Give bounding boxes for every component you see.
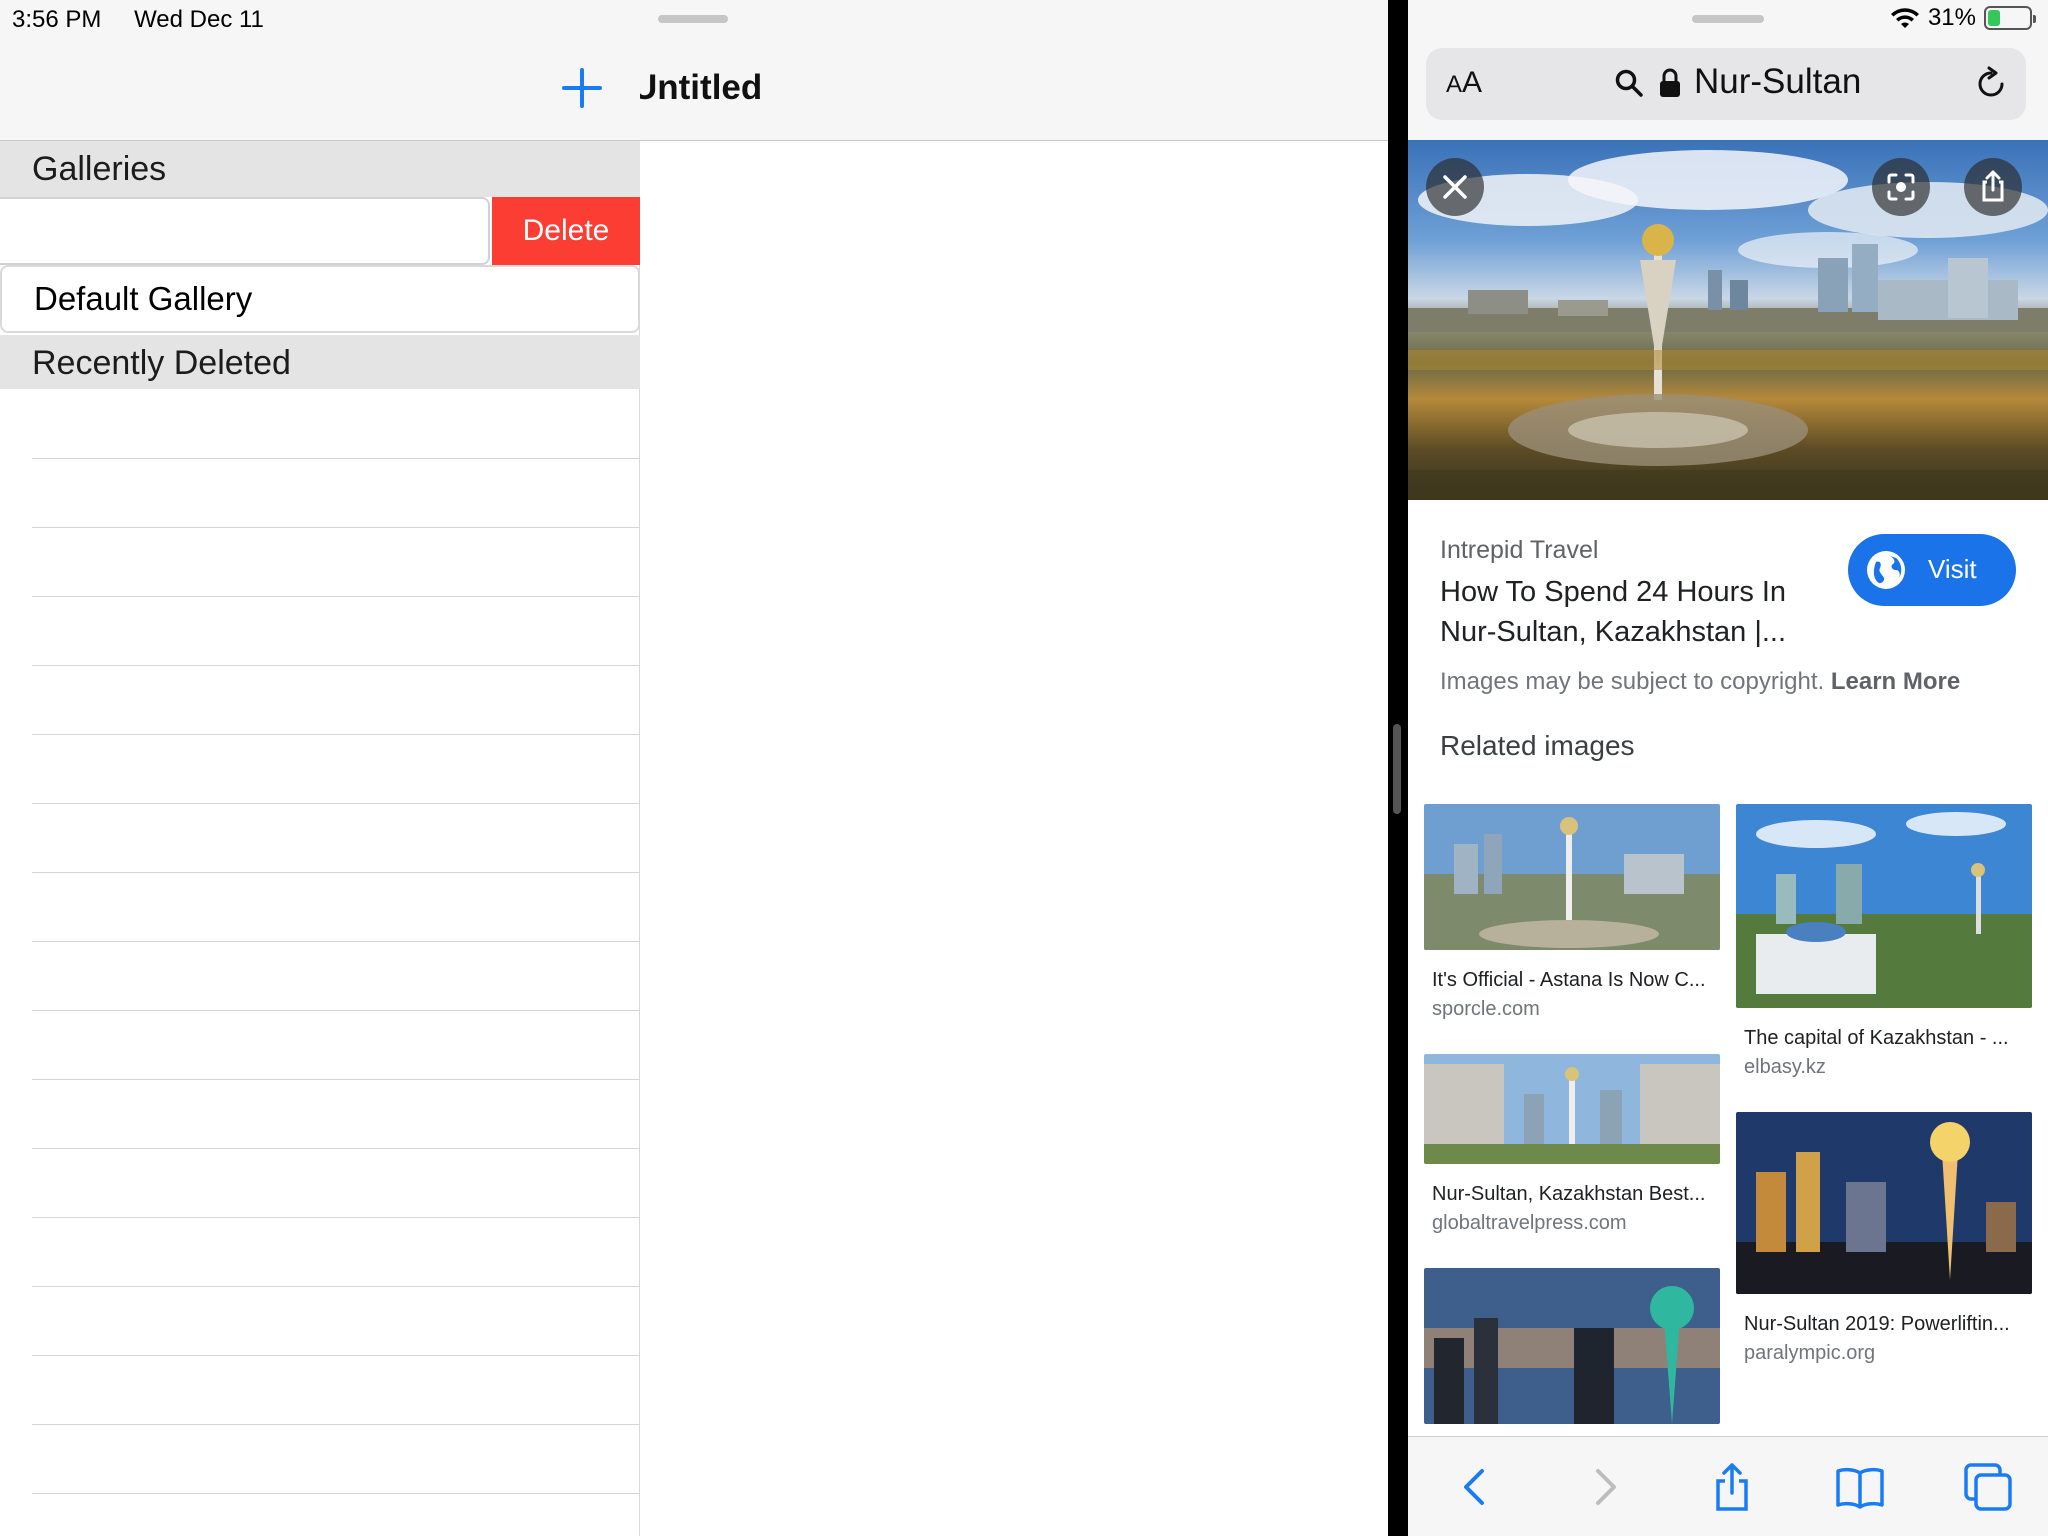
section-header-recently-deleted: Recently Deleted [0,335,640,389]
bookmarks-icon[interactable] [1834,1461,1886,1513]
related-image-thumbnail [1424,1054,1720,1164]
tabs-icon[interactable] [1962,1461,2014,1513]
status-bar-right: 31% [1890,4,2036,32]
related-image-thumbnail [1736,804,2032,1008]
related-image-card[interactable] [1424,1268,1720,1429]
list-separator [32,1355,640,1356]
copyright-notice: Images may be subject to copyright. Lear… [1440,668,1960,696]
list-separator [32,665,640,666]
safari-toolbar [1408,1436,2048,1536]
city-skyline-image [1408,150,2048,500]
related-images-heading: Related images [1440,730,1635,761]
list-separator [32,1010,640,1011]
multitasking-handle[interactable] [1692,15,1764,23]
status-bar-left: 3:56 PM Wed Dec 11 [12,6,290,34]
gallery-item-default[interactable]: Default Gallery [0,265,640,333]
galleries-app: Galleries Delete Default Gallery Recentl… [0,0,1388,1536]
related-image-title: The capital of Kazakhstan - ... [1744,1027,2009,1049]
list-separator [32,1424,640,1425]
safari-top-bar: 31% AA Nur-Sultan [1408,0,2048,140]
list-separator [32,1286,640,1287]
visit-button[interactable]: Visit [1848,534,2016,606]
visit-label: Visit [1928,554,1977,584]
detail-pane: Untitled [640,0,1388,1536]
related-image-source: paralympic.org [1744,1342,1876,1364]
related-image-card[interactable]: The capital of Kazakhstan - ... elbasy.k… [1736,804,2032,1079]
back-icon[interactable] [1450,1461,1502,1513]
related-image-thumbnail [1736,1112,2032,1294]
close-icon[interactable] [1426,158,1484,216]
search-icon [1615,69,1643,97]
globe-icon [1867,551,1905,589]
galleries-sidebar: Galleries Delete Default Gallery Recentl… [0,0,640,1536]
detail-title: Untitled [640,68,763,107]
wifi-icon [1890,8,1919,28]
learn-more-link[interactable]: Learn More [1831,668,1960,695]
swiped-gallery-row[interactable] [0,197,490,265]
divider-handle[interactable] [1393,724,1401,814]
related-image-card[interactable]: Nur-Sultan 2019: Powerliftin... paralymp… [1736,1112,2032,1365]
share-icon[interactable] [1706,1461,1758,1513]
list-separator [32,803,640,804]
add-gallery-button[interactable] [560,66,604,110]
related-image-title: It's Official - Astana Is Now C... [1432,969,1706,991]
list-separator [32,1148,640,1149]
copyright-text: Images may be subject to copyright. [1440,668,1825,695]
lock-icon [1660,68,1680,97]
list-separator [32,458,640,459]
battery-percent: 31% [1927,4,1976,31]
reload-icon[interactable] [1973,66,2009,102]
url-text[interactable]: Nur-Sultan [1694,62,1861,102]
result-source: Intrepid Travel [1440,536,1599,564]
list-separator [32,1493,640,1494]
text-size-button[interactable]: AA [1446,66,1482,100]
address-bar[interactable]: AA Nur-Sultan [1426,48,2026,120]
list-separator [32,734,640,735]
status-time: 3:56 PM [12,6,102,33]
section-header-galleries: Galleries [0,141,640,197]
related-image-thumbnail [1424,1268,1720,1424]
share-icon[interactable] [1964,158,2022,216]
split-view-divider[interactable] [1388,0,1408,1536]
status-date: Wed Dec 11 [134,6,264,33]
result-title[interactable]: How To Spend 24 Hours In Nur-Sultan, Kaz… [1440,572,1820,652]
related-image-source: elbasy.kz [1744,1056,1826,1078]
delete-button[interactable]: Delete [492,197,640,265]
list-separator [32,1217,640,1218]
related-image-card[interactable]: Nur-Sultan, Kazakhstan Best... globaltra… [1424,1054,1720,1235]
related-image-source: sporcle.com [1432,998,1540,1020]
multitasking-handle[interactable] [658,15,728,23]
forward-icon[interactable] [1578,1461,1630,1513]
safari-app: 31% AA Nur-Sultan Intrepid Travel How To… [1408,0,2048,1536]
list-separator [32,872,640,873]
related-image-card[interactable]: It's Official - Astana Is Now C... sporc… [1424,804,1720,1021]
list-separator [32,941,640,942]
list-separator [32,596,640,597]
hero-image[interactable] [1408,140,2048,500]
related-image-source: globaltravelpress.com [1432,1212,1627,1234]
battery-icon [1984,6,2036,30]
detail-navbar: Untitled [640,0,1388,141]
related-image-title: Nur-Sultan, Kazakhstan Best... [1432,1183,1706,1205]
lens-icon[interactable] [1872,158,1930,216]
related-image-title: Nur-Sultan 2019: Powerliftin... [1744,1313,2010,1335]
list-separator [32,527,640,528]
battery-level [1988,10,2001,26]
related-image-thumbnail [1424,804,1720,950]
list-separator [32,1079,640,1080]
